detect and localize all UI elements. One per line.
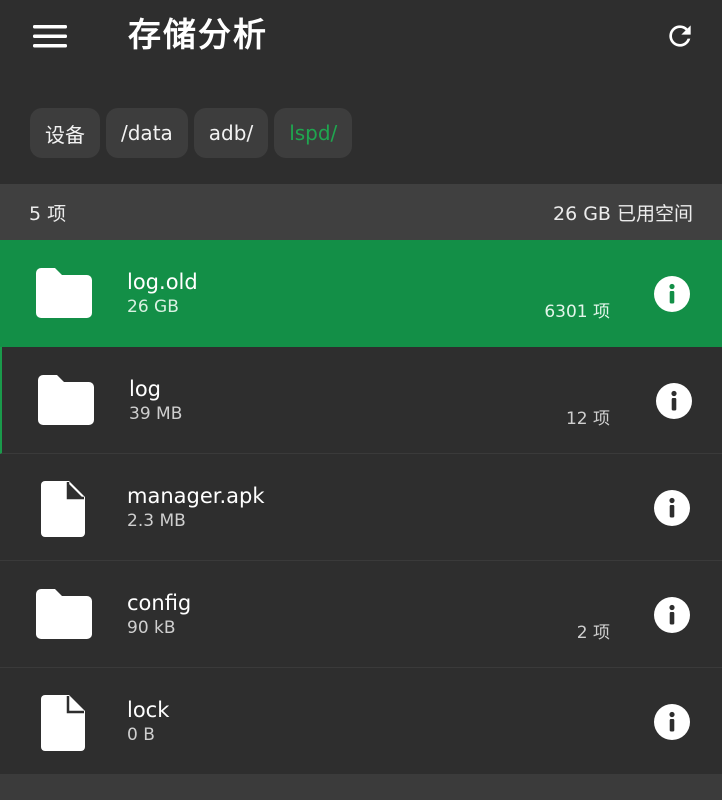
item-name: manager.apk	[127, 484, 265, 508]
info-icon[interactable]	[654, 490, 690, 526]
item-count: 5 项	[29, 202, 67, 225]
item-name: lock	[127, 698, 170, 722]
hamburger-menu-icon	[33, 25, 67, 48]
item-name: config	[127, 591, 192, 615]
item-name: log.old	[127, 270, 198, 294]
item-count-label: 2 项	[576, 623, 610, 643]
list-footer	[0, 774, 722, 800]
info-icon[interactable]	[654, 597, 690, 633]
item-size: 2.3 MB	[127, 511, 186, 531]
list-item[interactable]: log.old 26 GB 6301 项	[0, 240, 722, 347]
file-list: log.old 26 GB 6301 项 log 39 MB 12 项 mana…	[0, 240, 722, 775]
breadcrumb: 设备 /data adb/ lspd/	[30, 108, 353, 158]
list-item[interactable]: manager.apk 2.3 MB	[0, 454, 722, 561]
item-name: log	[129, 377, 162, 401]
folder-icon	[36, 268, 92, 318]
page-title: 存储分析	[128, 15, 268, 54]
item-size: 39 MB	[129, 404, 183, 424]
breadcrumb-item-data[interactable]: /data	[106, 108, 188, 158]
item-count-label: 12 项	[565, 409, 610, 429]
folder-icon	[38, 375, 94, 425]
refresh-icon	[669, 25, 691, 47]
breadcrumb-item-lspd[interactable]: lspd/	[274, 108, 353, 158]
top-app-bar: 存储分析	[0, 0, 722, 72]
item-size: 0 B	[127, 725, 155, 745]
folder-icon	[36, 589, 92, 639]
refresh-button[interactable]	[656, 12, 704, 60]
item-size: 26 GB	[127, 297, 179, 317]
menu-button[interactable]	[22, 14, 78, 58]
info-icon[interactable]	[654, 704, 690, 740]
file-icon	[41, 695, 85, 751]
summary-bar: 5 项 26 GB 已用空间	[0, 184, 722, 240]
storage-analysis-screen: 存储分析 设备 /data adb/ lspd/ 5 项 26 GB 已用空间 …	[0, 0, 722, 800]
info-icon[interactable]	[654, 276, 690, 312]
info-icon[interactable]	[656, 383, 692, 419]
used-space: 26 GB 已用空间	[552, 202, 693, 225]
item-size: 90 kB	[127, 618, 176, 638]
file-icon	[41, 481, 85, 537]
list-item[interactable]: config 90 kB 2 项	[0, 561, 722, 668]
breadcrumb-item-device[interactable]: 设备	[30, 108, 100, 158]
breadcrumb-item-adb[interactable]: adb/	[193, 108, 269, 158]
list-item[interactable]: log 39 MB 12 项	[0, 347, 722, 454]
list-item[interactable]: lock 0 B	[0, 668, 722, 775]
item-count-label: 6301 项	[544, 302, 610, 322]
